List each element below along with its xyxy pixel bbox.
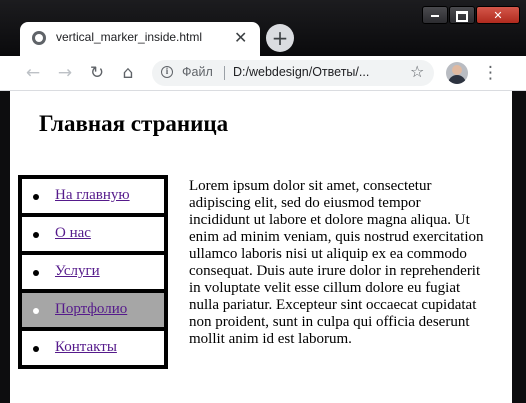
kebab-menu-icon[interactable]: ⋮	[482, 61, 499, 85]
menu-link[interactable]: Контакты	[55, 339, 117, 356]
body-text: Lorem ipsum dolor sit amet, consectetur …	[189, 178, 484, 347]
page-title: Главная страница	[39, 111, 229, 136]
star-icon[interactable]: ☆	[410, 62, 424, 81]
menu-item[interactable]: На главную	[18, 175, 168, 217]
menu-item[interactable]: Услуги	[18, 251, 168, 293]
browser-tab[interactable]: vertical_marker_inside.html ✕	[20, 22, 260, 56]
menu-link[interactable]: О нас	[55, 225, 91, 242]
address-bar[interactable]: i Файл D:/webdesign/Ответы/... ☆	[152, 60, 434, 86]
menu-item[interactable]: Портфолио	[18, 289, 168, 331]
bullet-marker	[33, 232, 39, 238]
maximize-icon[interactable]	[449, 6, 475, 24]
menu-link[interactable]: Портфолио	[55, 301, 127, 318]
bullet-marker	[33, 308, 39, 314]
browser-title-bar: vertical_marker_inside.html ✕ + ✕	[0, 0, 526, 56]
avatar[interactable]	[446, 62, 468, 84]
tab-title: vertical_marker_inside.html	[56, 30, 203, 44]
menu-link[interactable]: Услуги	[55, 263, 100, 280]
plus-icon[interactable]: +	[266, 24, 294, 52]
menu-item[interactable]: О нас	[18, 213, 168, 255]
globe-icon	[32, 31, 46, 45]
vertical-menu: На главную О нас Услуги Портфолио Контакты	[18, 175, 168, 369]
page-viewport: Главная страница На главную О нас Услуги По…	[10, 91, 512, 403]
window-controls: ✕	[421, 6, 520, 24]
info-icon[interactable]: i	[161, 66, 173, 78]
browser-toolbar: ← → ↻ ⌂ i Файл D:/webdesign/Ответы/... ☆…	[0, 56, 526, 91]
address-divider	[224, 66, 225, 80]
scheme-label: Файл	[182, 65, 213, 79]
menu-item[interactable]: Контакты	[18, 327, 168, 369]
home-icon[interactable]: ⌂	[116, 61, 140, 85]
url-text[interactable]: D:/webdesign/Ответы/...	[233, 65, 369, 79]
bullet-marker	[33, 270, 39, 276]
menu-link[interactable]: На главную	[55, 187, 130, 204]
window-close-icon[interactable]: ✕	[476, 6, 520, 24]
bullet-marker	[33, 346, 39, 352]
minimize-icon[interactable]	[422, 6, 448, 24]
forward-arrow-icon[interactable]: →	[53, 61, 77, 85]
reload-icon[interactable]: ↻	[85, 61, 109, 85]
close-icon[interactable]: ✕	[234, 28, 247, 47]
back-arrow-icon[interactable]: ←	[21, 61, 45, 85]
bullet-marker	[33, 194, 39, 200]
